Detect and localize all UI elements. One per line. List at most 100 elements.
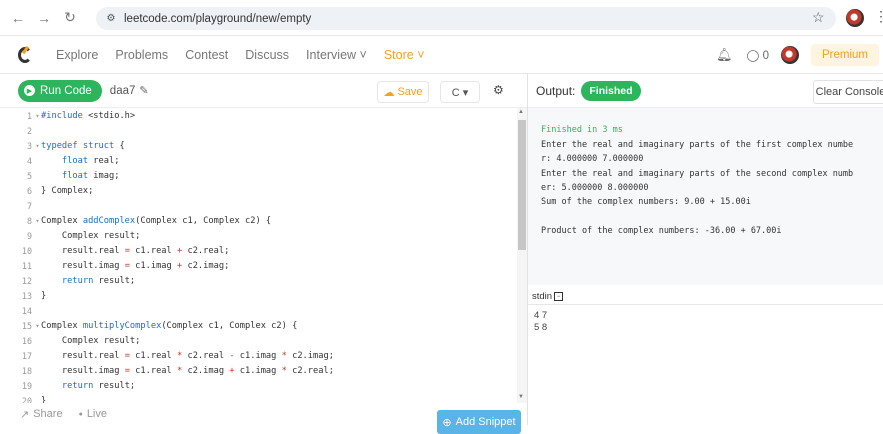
stdin-line: 5 8 (534, 322, 548, 333)
line-number: 20 (21, 395, 32, 404)
line-number: 1 (26, 110, 32, 121)
save-label: Save (397, 86, 423, 98)
code-line[interactable]: 5 float imag; (0, 168, 527, 183)
bookmark-star-icon[interactable]: ☆ (812, 9, 825, 26)
line-number: 4 (26, 155, 32, 166)
nav-contest[interactable]: Contest (185, 48, 228, 62)
stdin-input[interactable]: 4 75 8 (528, 304, 883, 425)
nav-discuss[interactable]: Discuss (245, 48, 289, 62)
reload-icon[interactable]: ↻ (60, 8, 80, 28)
plus-icon: ⊕ (442, 416, 452, 429)
add-snippet-button[interactable]: ⊕ Add Snippet (437, 410, 521, 434)
output-label: Output: (536, 83, 576, 98)
settings-gear-icon[interactable]: ⚙ (493, 83, 504, 97)
line-number: 3 (26, 140, 32, 151)
output-console: Finished in 3 ms Enter the real and imagi… (528, 108, 883, 285)
code-line[interactable]: 17 result.real = c1.real * c2.real - c1.… (0, 348, 527, 363)
code-line[interactable]: 20} (0, 393, 527, 404)
fold-arrow-icon[interactable]: ▾ (34, 142, 41, 150)
line-number: 9 (26, 230, 32, 241)
code-line[interactable]: 18 result.imag = c1.real * c2.imag + c1.… (0, 363, 527, 378)
line-number: 14 (21, 305, 32, 316)
code-text: return result; (61, 380, 136, 391)
code-line[interactable]: 7 (0, 198, 527, 213)
notifications-bell-icon[interactable]: 🔔︎ (716, 47, 733, 63)
save-button[interactable]: ☁ Save (377, 81, 429, 103)
nav-explore[interactable]: Explore (56, 48, 98, 62)
editor-toolbar: ▶ Run Code daa7 ✎ ☁ Save C ▾ ⚙ (0, 74, 527, 108)
browser-chrome: ← → ↻ ⚙ leetcode.com/playground/new/empt… (0, 0, 883, 36)
line-number: 8 (26, 215, 32, 226)
url-text: leetcode.com/playground/new/empty (124, 12, 312, 25)
add-snippet-label: Add Snippet (455, 416, 516, 428)
output-line: er: 5.000000 8.000000 (541, 183, 649, 193)
editor-scrollbar-thumb[interactable] (518, 120, 526, 250)
live-button[interactable]: ● Live (79, 408, 107, 420)
line-number: 10 (21, 245, 32, 256)
play-icon: ▶ (24, 85, 35, 96)
line-number: 19 (21, 380, 32, 391)
code-text: result.imag = c1.imag + c2.imag; (41, 260, 230, 271)
code-line[interactable]: 9 Complex result; (0, 228, 527, 243)
back-arrow-icon[interactable]: ← (8, 8, 28, 28)
code-line[interactable]: 13} (0, 288, 527, 303)
address-bar[interactable]: ⚙ leetcode.com/playground/new/empty (96, 7, 836, 30)
code-text: } Complex; (41, 185, 94, 196)
line-number: 2 (26, 125, 32, 136)
browser-menu-icon[interactable]: ⋮ (874, 8, 883, 25)
code-editor[interactable]: 1 ▾ #include <stdio.h> 2 3 ▾ typedef struct {4… (0, 108, 527, 403)
share-icon: ↗ (20, 408, 30, 421)
share-label: Share (33, 408, 63, 420)
output-toolbar: Output: Finished Clear Console (528, 74, 883, 108)
browser-profile-avatar[interactable] (846, 9, 864, 27)
code-line[interactable]: 4 float real; (0, 153, 527, 168)
playground-filename: daa7 (109, 84, 136, 97)
output-line: Sum of the complex numbers: 9.00 + 15.00… (541, 197, 751, 207)
premium-button[interactable]: Premium (810, 44, 879, 66)
editor-footer: ↗ Share ● Live ⊕ Add Snippet (0, 403, 527, 434)
fold-arrow-icon[interactable]: ▾ (34, 217, 41, 225)
code-line[interactable]: 11 result.imag = c1.imag + c2.imag; (0, 258, 527, 273)
code-text: } (41, 395, 47, 404)
line-number: 17 (21, 350, 32, 361)
scroll-up-arrow-icon[interactable]: ▲ (518, 109, 524, 115)
forward-arrow-icon[interactable]: → (34, 8, 54, 28)
nav-store[interactable]: Store ˅ (384, 48, 425, 62)
code-line[interactable]: 8 ▾ Complex addComplex(Complex c1, Complex… (0, 213, 527, 228)
nav-interview[interactable]: Interview ˅ (306, 48, 367, 62)
code-line[interactable]: 3 ▾ typedef struct { (0, 138, 527, 153)
code-text: return result; (61, 275, 136, 286)
code-text: Complex multiplyComplex(Complex c1, Comp… (41, 320, 298, 331)
stdin-toggle[interactable]: stdin − (532, 291, 564, 302)
code-line[interactable]: 6} Complex; (0, 183, 527, 198)
code-line[interactable]: 19 return result; (0, 378, 527, 393)
code-line[interactable]: 14 (0, 303, 527, 318)
collapse-icon: − (554, 292, 564, 301)
fold-arrow-icon[interactable]: ▾ (34, 112, 41, 120)
coins-counter[interactable]: ◯ 0 (747, 48, 769, 62)
code-text: result.imag = c1.real * c2.imag + c1.ima… (41, 365, 334, 376)
site-settings-icon[interactable]: ⚙ (104, 12, 118, 26)
fold-arrow-icon[interactable]: ▾ (34, 322, 41, 330)
edit-pencil-icon[interactable]: ✎ (139, 84, 148, 97)
code-line[interactable]: 1 ▾ #include <stdio.h> (0, 108, 527, 123)
run-code-button[interactable]: ▶ Run Code (18, 79, 102, 102)
nav-problems[interactable]: Problems (115, 48, 168, 62)
coin-count: 0 (762, 50, 769, 62)
share-button[interactable]: ↗ Share (20, 408, 63, 421)
code-line[interactable]: 16 Complex result; (0, 333, 527, 348)
scroll-down-arrow-icon[interactable]: ▼ (518, 394, 524, 400)
stdin-label: stdin (532, 291, 553, 302)
code-line[interactable]: 12 return result; (0, 273, 527, 288)
leetcode-logo-icon[interactable] (18, 45, 34, 64)
code-line[interactable]: 10 result.real = c1.real + c2.real; (0, 243, 527, 258)
line-number: 7 (26, 200, 32, 211)
code-text: typedef struct { (41, 140, 125, 151)
code-line[interactable]: 2 (0, 123, 527, 138)
line-number: 18 (21, 365, 32, 376)
code-line[interactable]: 15 ▾ Complex multiplyComplex(Complex c1, C… (0, 318, 527, 333)
line-number: 12 (21, 275, 32, 286)
language-select[interactable]: C ▾ (440, 81, 480, 103)
clear-console-button[interactable]: Clear Console (813, 80, 883, 104)
user-avatar[interactable] (780, 46, 799, 64)
